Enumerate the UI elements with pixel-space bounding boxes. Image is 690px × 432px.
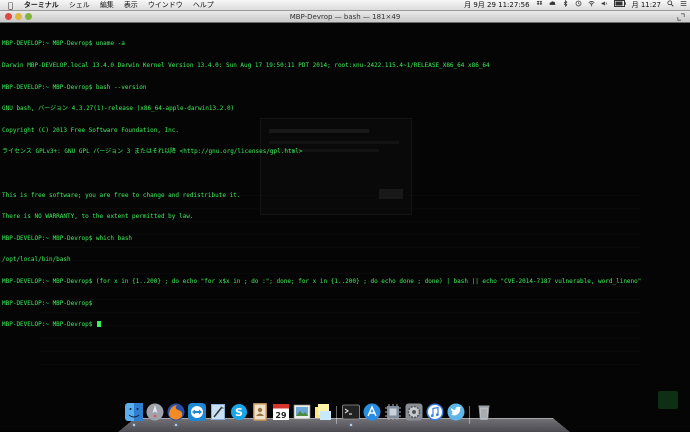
- calendar-icon[interactable]: 29: [271, 402, 291, 424]
- trash-icon[interactable]: [474, 402, 494, 424]
- terminal-line: MBP-DEVELOP:~ MBP-Devrop$ bash --version: [2, 83, 147, 91]
- terminal-line: MBP-DEVELOP:~ MBP-Devrop$ which bash: [2, 234, 133, 242]
- menu-help[interactable]: ヘルプ: [188, 0, 219, 11]
- background-green-widget: [658, 391, 678, 409]
- text-cursor: [96, 321, 101, 328]
- terminal-prompt-line[interactable]: MBP-DEVELOP:~ MBP-Devrop$: [2, 321, 641, 328]
- terminal-line: MBP-DEVELOP:~ MBP-Devrop$: [2, 299, 96, 307]
- apple-menu-icon[interactable]: : [0, 0, 19, 11]
- terminal-line: MBP-DEVELOP:~ MBP-Devrop$ uname -a: [2, 40, 125, 48]
- terminal-icon[interactable]: [341, 402, 361, 426]
- teamviewer-icon[interactable]: [187, 402, 207, 424]
- skype-icon[interactable]: S: [229, 402, 249, 424]
- terminal-line: There is NO WARRANTY, to the extent perm…: [2, 213, 194, 221]
- system-preferences-icon[interactable]: [404, 402, 424, 424]
- clock-text[interactable]: 月 11:27: [629, 0, 664, 11]
- terminal-line: GNU bash, バージョン 4.3.27(1)-release (x86_6…: [2, 105, 235, 113]
- photo-icon[interactable]: [292, 402, 312, 424]
- dock: S 29: [118, 398, 570, 432]
- terminal-line: /opt/local/bin/bash: [2, 256, 71, 264]
- menu-edit[interactable]: 編集: [95, 0, 119, 11]
- datetime-text[interactable]: 月 9月 29 11:27:56: [461, 0, 532, 11]
- stickies-icon[interactable]: [313, 402, 333, 424]
- terminal-prompt: MBP-DEVELOP:~ MBP-Devrop$: [2, 321, 96, 329]
- terminal-title-bar[interactable]: MBP-Devrop — bash — 181×49: [0, 11, 690, 23]
- itunes-icon[interactable]: [425, 402, 445, 424]
- menu-window[interactable]: ウインドウ: [143, 0, 188, 11]
- dock-separator: [334, 402, 340, 424]
- firefox-icon[interactable]: [166, 402, 186, 426]
- app-store-icon[interactable]: [362, 402, 382, 424]
- battery-icon[interactable]: [611, 0, 629, 11]
- terminal-lines: MBP-DEVELOP:~ MBP-Devrop$ uname -a Darwi…: [2, 26, 641, 343]
- spotlight-icon[interactable]: [664, 0, 677, 11]
- xcode-icon[interactable]: [208, 402, 228, 424]
- svg-text:S: S: [235, 406, 243, 419]
- dropbox-icon[interactable]: [533, 0, 546, 11]
- launchpad-icon[interactable]: [145, 402, 165, 424]
- fullscreen-icon[interactable]: [677, 13, 685, 21]
- wifi-icon[interactable]: [585, 0, 598, 11]
- menu-shell[interactable]: シェル: [64, 0, 95, 11]
- menu-view[interactable]: 表示: [119, 0, 143, 11]
- terminal-line: MBP-DEVELOP:~ MBP-Devrop$ (for x in {1..…: [2, 277, 642, 285]
- terminal-line: This is free software; you are free to c…: [2, 191, 241, 199]
- finder-icon[interactable]: [124, 402, 144, 426]
- terminal-output-area[interactable]: MBP-DEVELOP:~ MBP-Devrop$ uname -a Darwi…: [0, 23, 690, 431]
- terminal-line: Darwin MBP-DEVELOP.local 13.4.0 Darwin K…: [2, 62, 490, 69]
- terminal-line: Copyright (C) 2013 Free Software Foundat…: [2, 126, 180, 134]
- chip-icon[interactable]: [383, 402, 403, 424]
- terminal-line: ライセンス GPLv3+: GNU GPL バージョン 3 またはそれ以降 <h…: [2, 148, 303, 156]
- contacts-icon[interactable]: [250, 402, 270, 424]
- svg-text:29: 29: [275, 411, 287, 420]
- twitter-icon[interactable]: [446, 402, 466, 424]
- volume-icon[interactable]: [598, 0, 611, 11]
- window-title: MBP-Devrop — bash — 181×49: [289, 13, 401, 21]
- cloud-icon[interactable]: [546, 0, 559, 11]
- time-machine-icon[interactable]: [572, 0, 585, 11]
- bluetooth-icon[interactable]: [559, 0, 572, 11]
- notification-center-icon[interactable]: [677, 0, 690, 11]
- menu-app-terminal[interactable]: ターミナル: [19, 0, 64, 11]
- dock-separator: [467, 402, 473, 424]
- menu-bar:  ターミナル シェル 編集 表示 ウインドウ ヘルプ 月 9月 29 11:2…: [0, 0, 690, 11]
